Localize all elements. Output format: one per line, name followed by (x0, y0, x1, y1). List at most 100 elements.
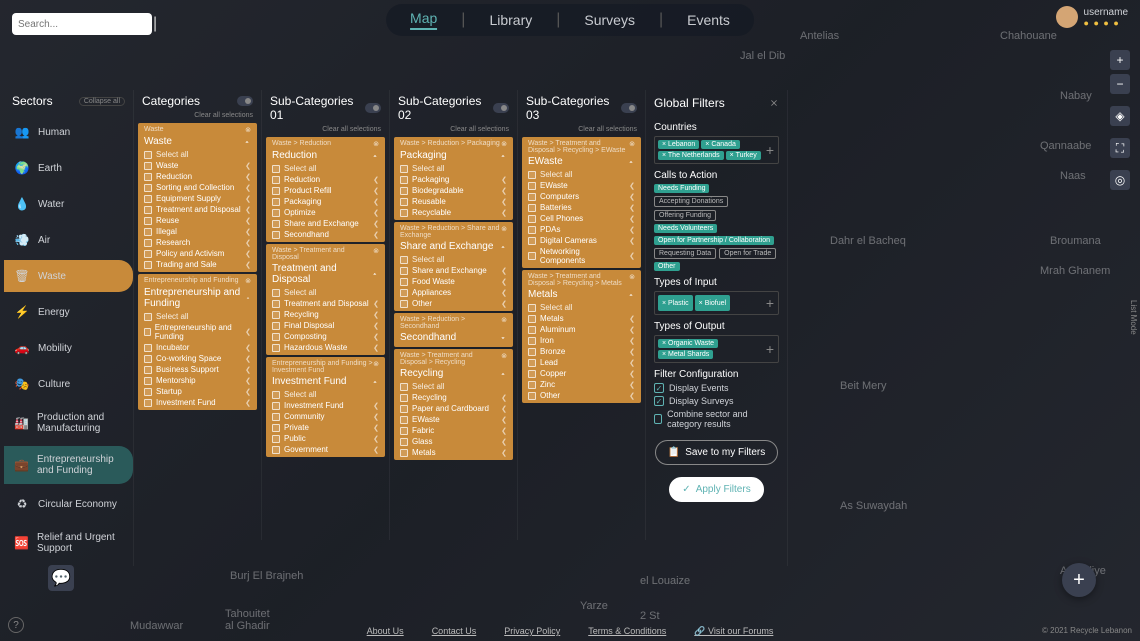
group-title[interactable]: EWaste (522, 154, 641, 169)
select-all[interactable]: Select all (266, 389, 385, 400)
list-item[interactable]: PDAs❮ (522, 224, 641, 235)
group-title[interactable]: Secondhand (394, 330, 513, 345)
filter-tag[interactable]: × Turkey (726, 151, 761, 160)
select-all[interactable]: Select all (138, 149, 257, 160)
group-title[interactable]: Investment Fund (266, 374, 385, 389)
list-item[interactable]: Investment Fund❮ (138, 397, 257, 408)
list-item[interactable]: Copper❮ (522, 368, 641, 379)
config-checkbox[interactable]: ✓Display Surveys (654, 396, 779, 406)
select-all[interactable]: Select all (394, 381, 513, 392)
close-icon[interactable]: ⊗ (373, 360, 379, 374)
list-item[interactable]: Other❮ (522, 390, 641, 401)
sector-item[interactable]: 🗑Waste (4, 260, 133, 292)
filter-tag[interactable]: × Lebanon (658, 140, 699, 149)
group-title[interactable]: Packaging (394, 148, 513, 163)
close-icon[interactable]: ⊗ (373, 247, 379, 261)
plus-icon[interactable]: + (766, 295, 774, 311)
nav-map[interactable]: Map (410, 10, 437, 30)
list-item[interactable]: Metals❮ (394, 447, 513, 458)
list-item[interactable]: Glass❮ (394, 436, 513, 447)
toggle-icon[interactable] (237, 96, 253, 106)
chat-button[interactable]: 💬 (48, 565, 74, 591)
select-all[interactable]: Select all (266, 163, 385, 174)
list-item[interactable]: Packaging❮ (394, 174, 513, 185)
list-item[interactable]: Equipment Supply❮ (138, 193, 257, 204)
list-item[interactable]: Digital Cameras❮ (522, 235, 641, 246)
filter-tag[interactable]: Needs Funding (654, 184, 709, 193)
output-box[interactable]: × Organic Waste× Metal Shards+ (654, 335, 779, 363)
list-item[interactable]: EWaste❮ (394, 414, 513, 425)
list-item[interactable]: Lead❮ (522, 357, 641, 368)
list-item[interactable]: Illegal❮ (138, 226, 257, 237)
list-item[interactable]: Networking Components❮ (522, 246, 641, 266)
sector-item[interactable]: ♻Circular Economy (4, 488, 133, 520)
filter-tag[interactable]: × Plastic (658, 295, 693, 311)
help-button[interactable]: ? (8, 617, 24, 633)
close-icon[interactable]: ⊗ (245, 277, 251, 285)
list-item[interactable]: Product Refill❮ (266, 185, 385, 196)
list-item[interactable]: Metals❮ (522, 313, 641, 324)
close-icon[interactable] (769, 98, 779, 108)
sector-item[interactable]: 🌍Earth (4, 152, 133, 184)
sector-item[interactable]: ⚡Energy (4, 296, 133, 328)
close-icon[interactable]: ⊗ (245, 126, 251, 134)
close-icon[interactable]: ⊗ (501, 352, 507, 366)
list-item[interactable]: Paper and Cardboard❮ (394, 403, 513, 414)
select-all[interactable]: Select all (522, 169, 641, 180)
list-item[interactable]: Business Support❮ (138, 364, 257, 375)
sector-item[interactable]: 🚗Mobility (4, 332, 133, 364)
fullscreen-button[interactable]: ⛶ (1110, 138, 1130, 158)
zoom-in-button[interactable]: + (1110, 50, 1130, 70)
group-title[interactable]: Reduction (266, 148, 385, 163)
list-item[interactable]: Incubator❮ (138, 342, 257, 353)
group-title[interactable]: Metals (522, 287, 641, 302)
list-item[interactable]: Optimize❮ (266, 207, 385, 218)
sector-item[interactable]: 💨Air (4, 224, 133, 256)
list-mode-toggle[interactable]: List Mode (1129, 300, 1138, 335)
clear-all[interactable]: Clear all selections (262, 126, 389, 135)
list-item[interactable]: Trading and Sale❮ (138, 259, 257, 270)
zoom-out-button[interactable]: − (1110, 74, 1130, 94)
list-item[interactable]: Public❮ (266, 433, 385, 444)
filter-tag[interactable]: Requesting Data (654, 248, 716, 259)
close-icon[interactable]: ⊗ (629, 140, 635, 154)
filter-tag[interactable]: Other (654, 262, 680, 271)
list-item[interactable]: Research❮ (138, 237, 257, 248)
list-item[interactable]: Waste❮ (138, 160, 257, 171)
filter-tag[interactable]: Needs Volunteers (654, 224, 717, 233)
input-box[interactable]: × Plastic× Biofuel + (654, 291, 779, 315)
select-all[interactable]: Select all (522, 302, 641, 313)
filter-tag[interactable]: Offering Funding (654, 210, 716, 221)
filter-tag[interactable]: × Biofuel (695, 295, 730, 311)
list-item[interactable]: Cell Phones❮ (522, 213, 641, 224)
config-checkbox[interactable]: ✓Display Events (654, 383, 779, 393)
list-item[interactable]: Government❮ (266, 444, 385, 455)
list-item[interactable]: Packaging❮ (266, 196, 385, 207)
sector-item[interactable]: 🏭Production and Manufacturing (4, 404, 133, 442)
footer-contact[interactable]: Contact Us (432, 626, 477, 637)
clear-all[interactable]: Clear all selections (518, 126, 645, 135)
compass-button[interactable]: ◈ (1110, 106, 1130, 126)
list-item[interactable]: Bronze❮ (522, 346, 641, 357)
filter-tag[interactable]: × The Netherlands (658, 151, 724, 160)
filter-tag[interactable]: × Metal Shards (658, 350, 713, 359)
countries-box[interactable]: × Lebanon× Canada× The Netherlands× Turk… (654, 136, 779, 164)
list-item[interactable]: Other❮ (394, 298, 513, 309)
list-item[interactable]: Startup❮ (138, 386, 257, 397)
group-title[interactable]: Treatment and Disposal (266, 261, 385, 287)
list-item[interactable]: Reduction❮ (138, 171, 257, 182)
list-item[interactable]: Investment Fund❮ (266, 400, 385, 411)
select-all[interactable]: Select all (394, 163, 513, 174)
list-item[interactable]: Recycling❮ (394, 392, 513, 403)
toggle-icon[interactable] (621, 103, 637, 113)
sector-item[interactable]: 🆘Relief and Urgent Support (4, 524, 133, 562)
clear-all[interactable]: Clear all selections (390, 126, 517, 135)
list-item[interactable]: Reusable❮ (394, 196, 513, 207)
list-item[interactable]: Policy and Activism❮ (138, 248, 257, 259)
close-icon[interactable]: ⊗ (629, 273, 635, 287)
list-item[interactable]: Co-working Space❮ (138, 353, 257, 364)
list-item[interactable]: Recyclable❮ (394, 207, 513, 218)
list-item[interactable]: Treatment and Disposal❮ (266, 298, 385, 309)
close-icon[interactable]: ⊗ (501, 140, 507, 148)
config-checkbox[interactable]: Combine sector and category results (654, 409, 779, 429)
